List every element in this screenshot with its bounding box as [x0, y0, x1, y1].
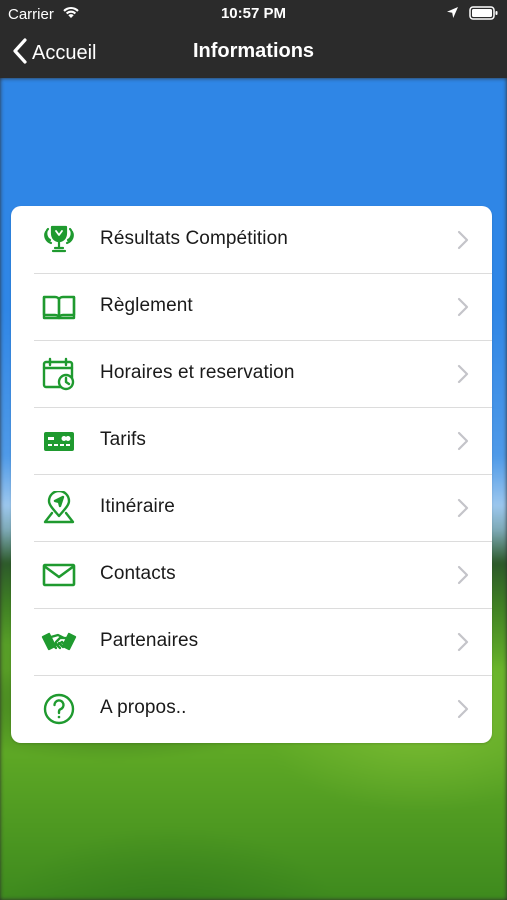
- chevron-right-icon: [457, 230, 469, 255]
- menu-item-label: Itinéraire: [100, 496, 175, 517]
- menu-item-label: Horaires et reservation: [100, 362, 295, 383]
- menu-item-partenaires[interactable]: Partenaires: [11, 608, 492, 675]
- chevron-right-icon: [457, 364, 469, 389]
- menu-item-label: Partenaires: [100, 630, 199, 651]
- location-arrow-icon: [446, 6, 459, 24]
- menu-item-label: Contacts: [100, 563, 176, 584]
- chevron-right-icon: [457, 565, 469, 590]
- menu-card: Résultats Compétition Règlement Horaires…: [11, 206, 492, 743]
- trophy-icon: [41, 223, 77, 257]
- chevron-right-icon: [457, 297, 469, 322]
- menu-item-tarifs[interactable]: Tarifs: [11, 407, 492, 474]
- menu-item-a-propos[interactable]: A propos..: [11, 675, 492, 742]
- chevron-right-icon: [457, 699, 469, 724]
- menu-item-itineraire[interactable]: Itinéraire: [11, 474, 492, 541]
- credit-card-icon: [41, 424, 77, 458]
- menu-item-label: A propos..: [100, 697, 187, 718]
- book-icon: [41, 290, 77, 324]
- menu-item-label: Tarifs: [100, 429, 146, 450]
- chevron-right-icon: [457, 498, 469, 523]
- status-bar: Carrier 10:57 PM: [0, 0, 507, 28]
- map-pin-icon: [41, 491, 77, 525]
- menu-item-resultats[interactable]: Résultats Compétition: [11, 206, 492, 273]
- menu-item-contacts[interactable]: Contacts: [11, 541, 492, 608]
- menu-item-label: Résultats Compétition: [100, 228, 288, 249]
- page-title: Informations: [192, 40, 315, 62]
- menu-item-label: Règlement: [100, 295, 193, 316]
- chevron-right-icon: [457, 431, 469, 456]
- envelope-icon: [41, 558, 77, 592]
- app-screen: Carrier 10:57 PM Accueil Informations Ré…: [0, 0, 507, 900]
- menu-item-horaires[interactable]: Horaires et reservation: [11, 340, 492, 407]
- calendar-clock-icon: [41, 357, 77, 391]
- clock-time: 10:57 PM: [220, 5, 287, 22]
- navigation-bar: Accueil Informations: [0, 28, 507, 78]
- chevron-right-icon: [457, 632, 469, 657]
- question-circle-icon: [41, 692, 77, 726]
- handshake-icon: [41, 625, 77, 659]
- battery-icon: [469, 5, 499, 26]
- menu-item-reglement[interactable]: Règlement: [11, 273, 492, 340]
